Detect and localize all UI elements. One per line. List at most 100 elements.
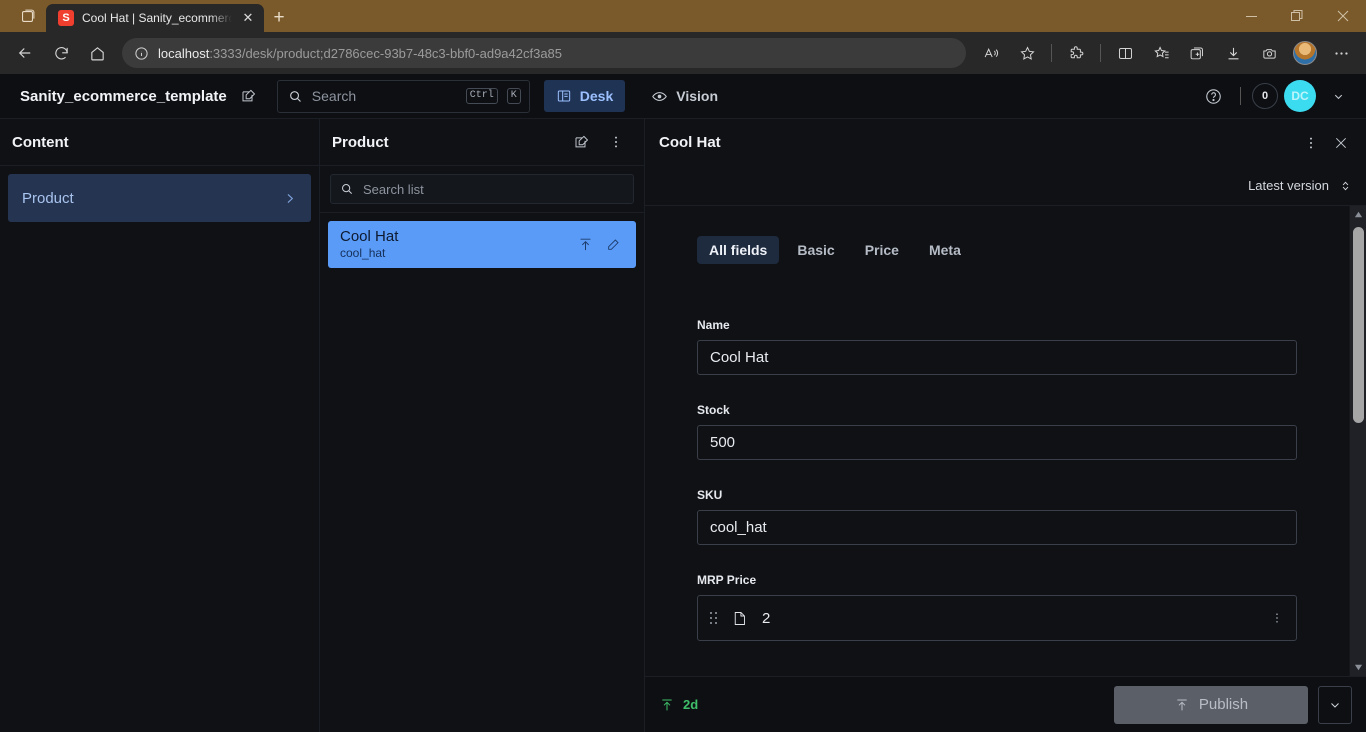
eye-icon (651, 88, 668, 105)
home-icon[interactable] (80, 38, 114, 68)
field-mrp-price-label: MRP Price (697, 573, 757, 587)
document-body: All fields Basic Price Meta Name Cool Ha… (645, 206, 1366, 676)
document-menu-icon[interactable] (1296, 128, 1326, 158)
close-icon[interactable]: ✕ (240, 10, 256, 26)
array-item-value: 2 (762, 609, 771, 627)
list-menu-icon[interactable] (600, 126, 632, 158)
info-icon[interactable] (134, 46, 149, 61)
minimize-icon[interactable] (1228, 0, 1274, 32)
new-tab-button[interactable]: + (264, 4, 294, 32)
publish-button-label: Publish (1198, 696, 1249, 713)
sanity-studio: Sanity_ecommerce_template Search Ctrl K … (0, 74, 1366, 732)
content-pane: Content Product (0, 119, 320, 732)
read-aloud-icon[interactable] (974, 38, 1008, 68)
split-screen-icon[interactable] (1108, 38, 1142, 68)
nav-item-vision[interactable]: Vision (639, 80, 730, 112)
tab-basic[interactable]: Basic (785, 236, 846, 264)
studio-panes: Content Product Product Search list Cool… (0, 119, 1366, 732)
reload-icon[interactable] (44, 38, 78, 68)
add-collection-icon[interactable] (1180, 38, 1214, 68)
publish-status[interactable]: 2d (659, 697, 698, 713)
field-stock-label: Stock (697, 403, 730, 417)
header-divider (1240, 87, 1241, 105)
content-pane-header: Content (0, 119, 319, 166)
url-host: localhost (158, 45, 210, 61)
stock-input[interactable]: 500 (697, 425, 1297, 460)
presence-badge[interactable]: 0 (1252, 83, 1278, 109)
list-item[interactable]: Cool Hat cool_hat (328, 221, 636, 268)
search-input[interactable]: Search (312, 88, 457, 104)
user-avatar[interactable]: DC (1284, 80, 1316, 112)
download-icon[interactable] (1216, 38, 1250, 68)
maximize-icon[interactable] (1274, 0, 1320, 32)
sidebar-item-product[interactable]: Product (8, 174, 311, 222)
array-item-row[interactable]: 2 (697, 595, 1297, 641)
list-search-input[interactable]: Search list (330, 174, 634, 204)
nav-item-vision-label: Vision (676, 88, 719, 104)
studio-header: Sanity_ecommerce_template Search Ctrl K … (0, 74, 1366, 119)
workspace-title: Sanity_ecommerce_template (20, 87, 227, 105)
toolbar-divider (1051, 44, 1052, 62)
nav-item-desk[interactable]: Desk (543, 80, 626, 112)
star-icon[interactable] (1010, 38, 1044, 68)
tab-title: Cool Hat | Sanity_ecommerce_template (82, 11, 232, 25)
field-stock: Stock 500 (697, 403, 1297, 460)
close-icon[interactable] (1326, 128, 1356, 158)
tab-meta[interactable]: Meta (917, 236, 973, 264)
tab-price[interactable]: Price (853, 236, 911, 264)
sanity-favicon: S (58, 10, 74, 26)
back-arrow-icon[interactable] (8, 38, 42, 68)
screenshot-icon[interactable] (1252, 38, 1286, 68)
help-circle-icon[interactable] (1197, 80, 1229, 112)
publish-status-text: 2d (683, 697, 699, 712)
browser-toolbar: localhost:3333/desk/product;d2786cec-93b… (0, 32, 1366, 74)
field-name: Name Cool Hat (697, 318, 1297, 375)
url-path: :3333/desk/product;d2786cec-93b7-48c3-bb… (209, 45, 563, 61)
content-pane-list: Product (0, 166, 319, 732)
chevron-down-icon[interactable] (1322, 80, 1354, 112)
toolbar-actions (974, 38, 1358, 68)
compose-icon[interactable] (233, 80, 265, 112)
close-window-icon[interactable] (1320, 0, 1366, 32)
tab-all-fields[interactable]: All fields (697, 236, 780, 264)
more-options-icon[interactable] (1324, 38, 1358, 68)
scroll-up-icon[interactable] (1354, 206, 1363, 223)
content-pane-title: Content (12, 133, 69, 151)
extensions-icon[interactable] (1059, 38, 1093, 68)
desk-icon (556, 88, 572, 104)
global-search[interactable]: Search Ctrl K (276, 79, 530, 113)
document-list-title: Product (332, 133, 389, 151)
scroll-down-icon[interactable] (1354, 659, 1363, 676)
address-bar[interactable]: localhost:3333/desk/product;d2786cec-93b… (122, 38, 966, 68)
scrollbar-thumb[interactable] (1353, 227, 1364, 423)
name-input[interactable]: Cool Hat (697, 340, 1297, 375)
array-item-menu-icon[interactable] (1270, 610, 1284, 626)
publish-arrow-icon (1174, 697, 1190, 713)
version-selector[interactable]: Latest version (645, 166, 1366, 206)
browser-tab[interactable]: S Cool Hat | Sanity_ecommerce_template ✕ (46, 4, 264, 32)
page-title: Cool Hat (659, 134, 721, 151)
document-icon (731, 609, 748, 628)
field-group-tabs: All fields Basic Price Meta (697, 236, 1349, 264)
sidebar-item-product-label: Product (22, 189, 74, 207)
publish-button[interactable]: Publish (1114, 685, 1308, 724)
search-shortcut-key: K (506, 88, 521, 104)
create-document-icon[interactable] (566, 126, 598, 158)
publish-options-button[interactable] (1318, 685, 1352, 724)
sku-input[interactable]: cool_hat (697, 510, 1297, 545)
document-scrollbar[interactable] (1349, 206, 1366, 676)
search-icon (340, 182, 354, 196)
scrollbar-track[interactable] (1350, 223, 1366, 659)
tab-strip: S Cool Hat | Sanity_ecommerce_template ✕… (0, 0, 294, 32)
document-footer: 2d Publish (645, 676, 1366, 732)
field-mrp-price: MRP Price 2 (697, 573, 1297, 641)
document-list: Cool Hat cool_hat (320, 213, 644, 268)
document-editor-pane: Cool Hat Latest version All fields Basic… (645, 119, 1366, 732)
favorites-list-icon[interactable] (1144, 38, 1178, 68)
drag-handle-icon[interactable] (710, 612, 717, 624)
pencil-icon (602, 237, 624, 253)
document-form: All fields Basic Price Meta Name Cool Ha… (645, 206, 1349, 676)
tab-search-icon[interactable] (8, 0, 46, 32)
profile-avatar-icon[interactable] (1288, 38, 1322, 68)
list-item-subtitle: cool_hat (340, 246, 386, 260)
